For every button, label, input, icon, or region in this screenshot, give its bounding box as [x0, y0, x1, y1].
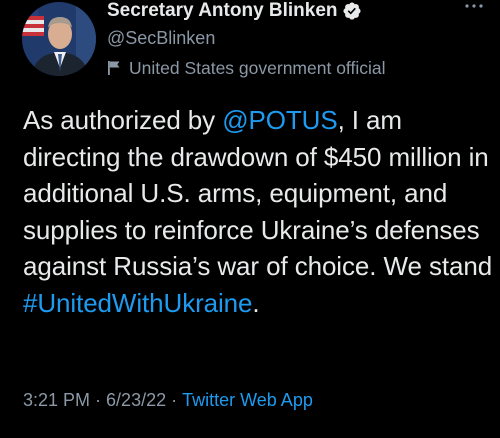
- meta-separator: ·: [171, 390, 178, 410]
- hashtag-link[interactable]: #UnitedWithUkraine: [23, 288, 253, 318]
- avatar-image: [22, 2, 96, 76]
- flag-icon: [107, 60, 121, 76]
- tweet: Secretary Antony Blinken @SecBlinken Uni…: [0, 0, 500, 438]
- tweet-text-part: .: [252, 287, 260, 318]
- tweet-time[interactable]: 3:21 PM: [23, 390, 90, 410]
- account-label: United States government official: [107, 56, 467, 80]
- tweet-meta: 3:21 PM · 6/23/22 · Twitter Web App: [23, 390, 313, 411]
- tweet-source[interactable]: Twitter Web App: [182, 390, 313, 410]
- name-row: Secretary Antony Blinken: [107, 0, 467, 24]
- tweet-text-part: As authorized by: [23, 105, 223, 135]
- verified-badge-icon: [342, 1, 362, 21]
- avatar[interactable]: [22, 2, 96, 76]
- meta-separator: ·: [95, 390, 102, 410]
- tweet-date[interactable]: 6/23/22: [106, 390, 166, 410]
- display-name[interactable]: Secretary Antony Blinken: [107, 0, 338, 22]
- tweet-header: Secretary Antony Blinken @SecBlinken Uni…: [107, 0, 467, 80]
- handle[interactable]: @SecBlinken: [107, 26, 467, 50]
- government-label: United States government official: [129, 57, 386, 78]
- tweet-text: As authorized by @POTUS, I am directing …: [23, 102, 493, 321]
- more-options-icon[interactable]: [462, 0, 486, 12]
- mention-link[interactable]: @POTUS: [222, 105, 337, 135]
